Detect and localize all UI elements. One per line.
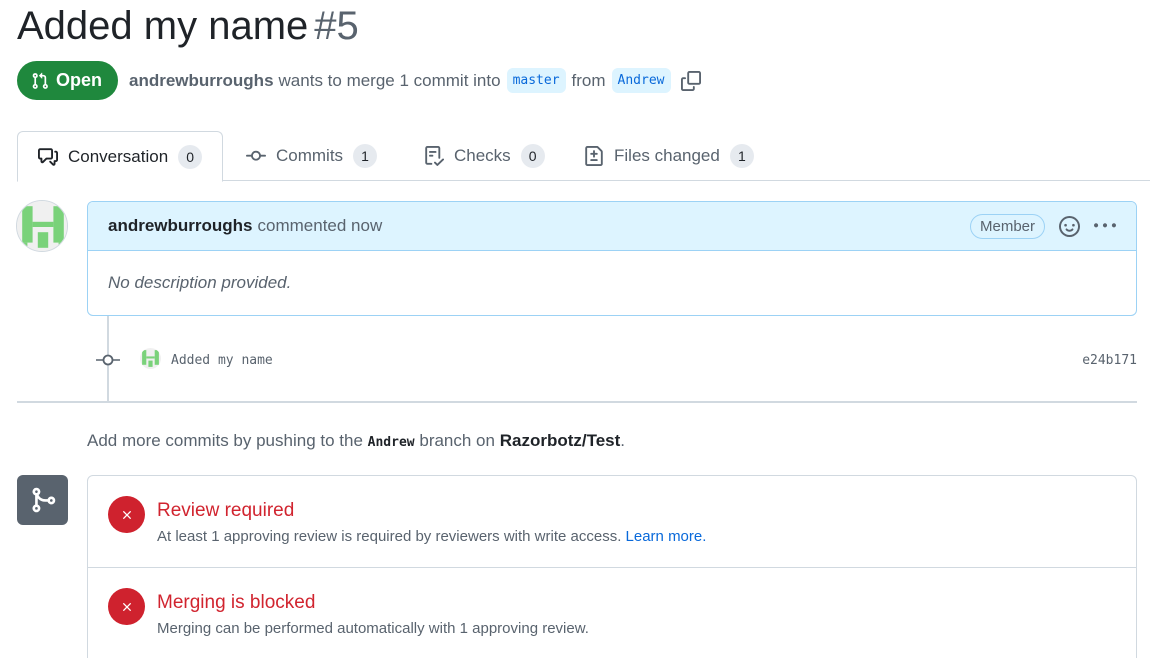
commit-message-link[interactable]: Added my name	[171, 353, 273, 368]
push-hint-branch: Andrew	[367, 435, 415, 450]
x-circle-icon	[108, 588, 145, 625]
git-pull-request-icon	[32, 72, 48, 89]
tab-conversation-count: 0	[178, 144, 203, 169]
tab-checks-count: 0	[520, 144, 545, 168]
comment-timestamp[interactable]: commented now	[258, 216, 383, 236]
pr-description-comment: andrewburroughs commented now Member No …	[87, 201, 1137, 316]
learn-more-link[interactable]: Learn more.	[626, 528, 707, 545]
push-hint-middle: branch on	[419, 431, 495, 450]
review-required-text: At least 1 approving review is required …	[157, 528, 622, 545]
pr-merge-text: wants to merge 1 commit into	[278, 70, 501, 90]
base-branch-label[interactable]: master	[506, 68, 566, 93]
kebab-menu-icon[interactable]	[1094, 215, 1116, 237]
merging-blocked-item: Merging is blocked Merging can be perfor…	[88, 567, 1136, 658]
commit-sha-link[interactable]: e24b171	[1082, 353, 1137, 368]
git-merge-icon	[32, 487, 55, 513]
timeline-divider	[17, 401, 1137, 403]
tab-files-changed-count: 1	[729, 144, 754, 168]
pr-from-text: from	[571, 70, 606, 90]
repo-link[interactable]: Razorbotz/Test	[500, 431, 621, 450]
review-required-desc: At least 1 approving review is required …	[157, 528, 706, 545]
comment-discussion-icon	[38, 147, 58, 166]
member-badge: Member	[969, 213, 1045, 239]
tab-files-changed-label: Files changed	[614, 146, 720, 165]
merge-box: Review required At least 1 approving rev…	[87, 475, 1137, 658]
pr-status-row: Open andrewburroughs wants to merge 1 co…	[17, 61, 701, 100]
tab-commits-label: Commits	[276, 146, 344, 165]
copy-icon[interactable]	[680, 70, 701, 91]
pr-state-badge: Open	[17, 61, 119, 100]
pr-number: #5	[314, 4, 359, 48]
smiley-icon[interactable]	[1059, 215, 1080, 237]
merging-blocked-desc: Merging can be performed automatically w…	[157, 620, 589, 637]
tab-commits-count: 1	[353, 144, 378, 168]
commit-row: Added my name e24b171	[0, 345, 1150, 375]
git-commit-icon	[246, 150, 266, 161]
pr-title-text: Added my name	[17, 4, 309, 48]
commit-author-avatar[interactable]	[140, 348, 161, 369]
x-circle-icon	[108, 496, 145, 533]
push-hint-prefix: Add more commits by pushing to the	[87, 431, 363, 450]
push-hint: Add more commits by pushing to the Andre…	[87, 431, 625, 451]
git-commit-icon	[96, 350, 120, 375]
pr-author-link[interactable]: andrewburroughs	[129, 71, 274, 91]
review-required-title: Review required	[157, 500, 295, 521]
tab-files-changed[interactable]: Files changed 1	[584, 131, 754, 181]
tab-commits[interactable]: Commits 1	[246, 131, 378, 181]
head-branch-label[interactable]: Andrew	[611, 68, 671, 93]
comment-body: No description provided.	[108, 273, 292, 292]
identicon-avatar	[17, 201, 67, 251]
avatar[interactable]	[16, 200, 68, 252]
tab-conversation-label: Conversation	[68, 146, 169, 166]
merge-status-icon	[17, 475, 68, 525]
pr-meta: andrewburroughs wants to merge 1 commit …	[129, 68, 701, 93]
file-diff-icon	[585, 146, 603, 166]
pr-tabs: Conversation 0 Commits 1 Checks 0 Files …	[17, 131, 1150, 182]
comment-author-link[interactable]: andrewburroughs	[108, 216, 253, 236]
tab-conversation[interactable]: Conversation 0	[17, 131, 224, 182]
push-hint-suffix: .	[620, 431, 626, 450]
tab-checks-label: Checks	[454, 146, 511, 165]
review-required-item: Review required At least 1 approving rev…	[88, 476, 1136, 567]
tab-checks[interactable]: Checks 0	[424, 131, 545, 181]
pr-state-label: Open	[56, 70, 103, 90]
comment-header: andrewburroughs commented now Member	[88, 202, 1136, 251]
merging-blocked-title: Merging is blocked	[157, 592, 316, 613]
checklist-icon	[425, 146, 444, 166]
pr-title: Added my name #5	[17, 4, 359, 49]
